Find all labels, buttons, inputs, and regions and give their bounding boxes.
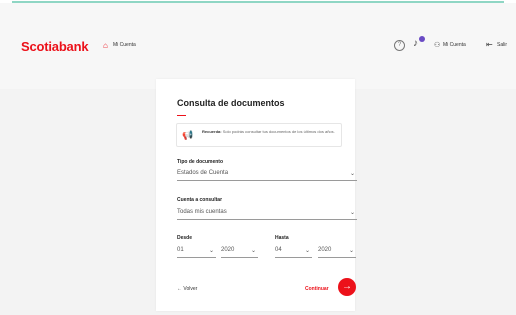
notice-body: Solo podrás consultar tus documentos de … bbox=[222, 129, 335, 134]
user-menu-label[interactable]: Mi Cuenta bbox=[443, 42, 466, 48]
from-month-value: 01 bbox=[177, 247, 184, 253]
documents-card: Consulta de documentos 📢 Recuerda: Solo … bbox=[156, 79, 357, 311]
doc-type-label: Tipo de documento bbox=[177, 159, 224, 165]
doc-type-value: Estados de Cuenta bbox=[177, 170, 229, 176]
to-month-value: 04 bbox=[275, 247, 282, 253]
from-month-select[interactable]: 01 ⌄ bbox=[177, 246, 216, 258]
chevron-down-icon: ⌄ bbox=[349, 171, 355, 177]
scotiabank-logo[interactable]: Scotiabank bbox=[21, 39, 89, 54]
arrow-right-icon: → bbox=[342, 281, 352, 292]
to-year-value: 2020 bbox=[318, 247, 332, 253]
back-link[interactable]: ← Volver bbox=[177, 286, 197, 292]
help-icon[interactable]: ? bbox=[394, 40, 405, 51]
doc-type-select[interactable]: Estados de Cuenta ⌄ bbox=[177, 169, 357, 181]
notification-badge bbox=[419, 36, 425, 42]
user-icon[interactable]: ⚇ bbox=[434, 41, 440, 49]
to-label: Hasta bbox=[275, 235, 289, 241]
home-icon[interactable]: ⌂ bbox=[103, 41, 108, 50]
chevron-down-icon: ⌄ bbox=[208, 248, 214, 254]
arrow-left-icon: ← bbox=[177, 286, 182, 292]
chevron-down-icon: ⌄ bbox=[304, 248, 310, 254]
from-label: Desde bbox=[177, 235, 193, 241]
from-year-value: 2020 bbox=[221, 247, 235, 253]
chevron-down-icon: ⌄ bbox=[348, 248, 354, 254]
notice-bold: Recuerda: bbox=[202, 129, 222, 134]
megaphone-icon: 📢 bbox=[182, 130, 194, 140]
notice-box: 📢 Recuerda: Solo podrás consultar tus do… bbox=[176, 123, 342, 147]
app-header: Scotiabank ⌂ Mi Cuenta ? ♪ ⚇ Mi Cuenta ⇤… bbox=[0, 3, 516, 89]
continue-button[interactable]: → bbox=[338, 278, 356, 296]
back-label: Volver bbox=[183, 286, 198, 292]
continue-label[interactable]: Continuar bbox=[305, 286, 329, 292]
chevron-down-icon: ⌄ bbox=[250, 248, 256, 254]
account-label: Cuenta a consultar bbox=[177, 197, 223, 203]
notice-text: Recuerda: Solo podrás consultar tus docu… bbox=[202, 129, 337, 135]
to-month-select[interactable]: 04 ⌄ bbox=[275, 246, 312, 258]
logout-icon[interactable]: ⇤ bbox=[486, 40, 493, 49]
chevron-down-icon: ⌄ bbox=[349, 210, 355, 216]
title-underline bbox=[177, 115, 186, 116]
to-year-select[interactable]: 2020 ⌄ bbox=[318, 246, 356, 258]
logout-label[interactable]: Salir bbox=[497, 42, 507, 48]
notifications-bell-icon[interactable]: ♪ bbox=[413, 38, 418, 49]
breadcrumb-mi-cuenta[interactable]: Mi Cuenta bbox=[113, 42, 136, 48]
account-value: Todas mis cuentas bbox=[177, 209, 227, 215]
account-select[interactable]: Todas mis cuentas ⌄ bbox=[177, 208, 357, 220]
page-title: Consulta de documentos bbox=[177, 98, 285, 108]
from-year-select[interactable]: 2020 ⌄ bbox=[221, 246, 258, 258]
